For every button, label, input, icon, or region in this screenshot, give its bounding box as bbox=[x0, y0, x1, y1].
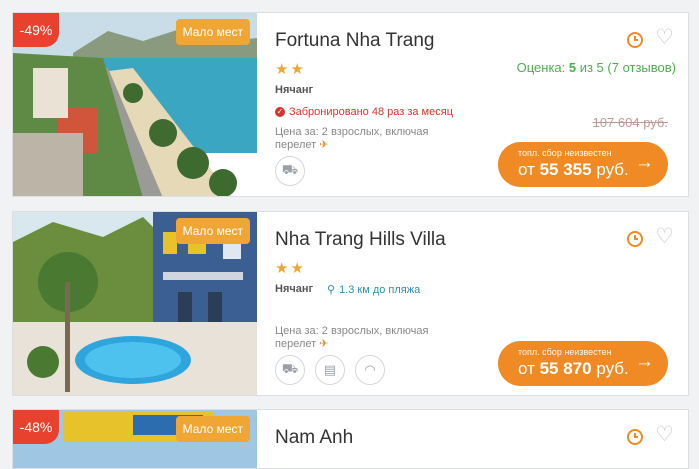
amenities: ⛟ bbox=[275, 156, 305, 186]
arrow-right-icon: → bbox=[635, 152, 654, 173]
hotel-name[interactable]: Fortuna Nha Trang bbox=[275, 30, 434, 52]
booked-text: Забронировано 48 раз за месяц bbox=[289, 106, 453, 118]
rating-prefix: Оценка: bbox=[516, 60, 569, 75]
plane-icon: ✈ bbox=[319, 139, 329, 151]
transfer-icon[interactable]: ⛟ bbox=[275, 156, 305, 186]
hotel-card[interactable]: -48% Мало мест Nam Anh ♡ bbox=[12, 409, 689, 469]
few-places-badge: Мало мест bbox=[175, 416, 250, 442]
discount-badge: -49% bbox=[13, 13, 59, 47]
fee-note: топл. сбор неизвестен bbox=[518, 148, 612, 158]
check-icon: ✓ bbox=[275, 107, 285, 117]
hotel-photo[interactable]: Мало мест bbox=[13, 212, 257, 395]
price: от 55 355 руб. bbox=[518, 160, 629, 180]
fee-note: топл. сбор неизвестен bbox=[518, 347, 612, 357]
price-from: от bbox=[518, 160, 540, 179]
beach-distance: ⚲ 1.3 км до пляжа bbox=[327, 283, 421, 297]
price: от 55 870 руб. bbox=[518, 359, 629, 379]
clock-icon[interactable] bbox=[627, 429, 643, 445]
hotel-city: Нячанг bbox=[275, 283, 314, 295]
clock-icon[interactable] bbox=[627, 231, 643, 247]
price-for-note: Цена за: 2 взрослых, включая перелет ✈ bbox=[275, 126, 445, 152]
hotel-photo[interactable]: -49% Мало мест bbox=[13, 13, 257, 196]
price-for-text: Цена за: 2 взрослых, включая перелет bbox=[275, 325, 429, 350]
hotel-info: Nam Anh ♡ bbox=[275, 410, 688, 468]
price-from: от bbox=[518, 359, 540, 378]
price-value: 55 870 bbox=[539, 359, 592, 378]
few-places-badge: Мало мест bbox=[175, 19, 250, 45]
hotel-name[interactable]: Nha Trang Hills Villa bbox=[275, 229, 446, 251]
wifi-icon[interactable]: ◠ bbox=[355, 355, 385, 385]
rating-suffix: из 5 (7 отзывов) bbox=[576, 60, 676, 75]
price-for-text: Цена за: 2 взрослых, включая перелет bbox=[275, 126, 429, 151]
booked-note: ✓ Забронировано 48 раз за месяц bbox=[275, 106, 453, 118]
hotel-city: Нячанг bbox=[275, 84, 314, 96]
plane-icon: ✈ bbox=[319, 338, 329, 350]
price-currency: руб. bbox=[591, 160, 629, 179]
discount-badge: -48% bbox=[13, 410, 59, 444]
amenities: ⛟ ▤ ◠ bbox=[275, 355, 385, 385]
hotel-name[interactable]: Nam Anh bbox=[275, 427, 353, 449]
hotel-card[interactable]: -49% Мало мест Fortuna Nha Trang ★★ Няча… bbox=[12, 12, 689, 197]
heart-icon[interactable]: ♡ bbox=[655, 424, 674, 445]
pin-icon: ⚲ bbox=[327, 284, 336, 296]
hotel-photo[interactable]: -48% Мало мест bbox=[13, 410, 257, 468]
hotel-info: Nha Trang Hills Villa ★★ Нячанг ⚲ 1.3 км… bbox=[275, 212, 688, 395]
few-places-badge: Мало мест bbox=[175, 218, 250, 244]
tv-icon[interactable]: ▤ bbox=[315, 355, 345, 385]
beach-distance-text: 1.3 км до пляжа bbox=[339, 283, 421, 296]
price-button[interactable]: топл. сбор неизвестен от 55 870 руб. → bbox=[498, 341, 668, 386]
hotel-card[interactable]: Мало мест Nha Trang Hills Villa ★★ Нячан… bbox=[12, 211, 689, 396]
arrow-right-icon: → bbox=[635, 351, 654, 372]
price-for-note: Цена за: 2 взрослых, включая перелет ✈ bbox=[275, 325, 445, 351]
price-value: 55 355 bbox=[539, 160, 592, 179]
heart-icon[interactable]: ♡ bbox=[655, 226, 674, 247]
hotel-info: Fortuna Nha Trang ★★ Нячанг ✓ Заброниров… bbox=[275, 13, 688, 196]
price-currency: руб. bbox=[591, 359, 629, 378]
rating: Оценка: 5 из 5 (7 отзывов) bbox=[517, 60, 676, 75]
heart-icon[interactable]: ♡ bbox=[655, 27, 674, 48]
clock-icon[interactable] bbox=[627, 32, 643, 48]
price-button[interactable]: топл. сбор неизвестен от 55 355 руб. → bbox=[498, 142, 668, 187]
old-price: 107 604 руб. bbox=[592, 115, 668, 130]
transfer-icon[interactable]: ⛟ bbox=[275, 355, 305, 385]
hotel-stars: ★★ bbox=[275, 61, 306, 78]
hotel-stars: ★★ bbox=[275, 260, 306, 277]
